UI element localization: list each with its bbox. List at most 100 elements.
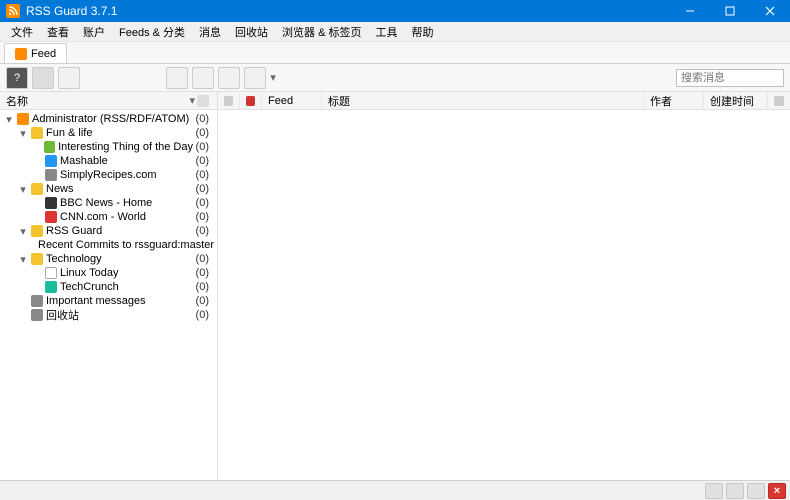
tab-feed[interactable]: Feed: [4, 43, 67, 63]
menu-view[interactable]: 查看: [40, 22, 76, 42]
expander-icon[interactable]: ▾: [18, 253, 28, 266]
minimize-button[interactable]: [670, 0, 710, 22]
column-icon-3[interactable]: [774, 96, 784, 106]
tree-label: Important messages: [46, 295, 146, 307]
column-author[interactable]: 作者: [644, 92, 704, 109]
tree-row[interactable]: SimplyRecipes.com (0): [0, 168, 217, 182]
close-button[interactable]: [750, 0, 790, 22]
titlebar: RSS Guard 3.7.1: [0, 0, 790, 22]
tree-count: (0): [193, 197, 209, 209]
chevron-down-icon[interactable]: ▾: [189, 94, 195, 107]
expander-icon[interactable]: ▾: [18, 225, 28, 238]
message-list-body[interactable]: [218, 110, 790, 480]
status-button-close[interactable]: ×: [768, 483, 786, 499]
tree-row[interactable]: TechCrunch (0): [0, 280, 217, 294]
tree-row[interactable]: BBC News - Home (0): [0, 196, 217, 210]
maximize-button[interactable]: [710, 0, 750, 22]
menu-browser[interactable]: 浏览器 & 标签页: [275, 22, 368, 42]
message-list-header: Feed 标题 作者 创建时间: [218, 92, 790, 110]
tree-row[interactable]: CNN.com - World(0): [0, 210, 217, 224]
tree-count: (0): [193, 309, 209, 321]
tabbar: Feed: [0, 42, 790, 64]
tree-row[interactable]: Mashable(0): [0, 154, 217, 168]
feed-icon: [31, 127, 43, 139]
feed-icon: [45, 211, 57, 223]
menu-messages[interactable]: 消息: [192, 22, 228, 42]
feed-icon: [17, 113, 29, 125]
tree-label: Administrator (RSS/RDF/ATOM): [32, 113, 189, 125]
menu-recycle[interactable]: 回收站: [228, 22, 275, 42]
tree-count: (0): [193, 141, 209, 153]
feed-icon: [31, 295, 43, 307]
status-button-2[interactable]: [726, 483, 744, 499]
tab-label: Feed: [31, 48, 56, 60]
tree-row[interactable]: ▾RSS Guard(0): [0, 224, 217, 238]
column-feed[interactable]: Feed: [262, 92, 322, 109]
app-icon: [6, 4, 20, 18]
tree-label: News: [46, 183, 74, 195]
expander-icon[interactable]: ▾: [18, 183, 28, 196]
tree-count: (0): [193, 281, 209, 293]
toolbar-button-5[interactable]: [192, 67, 214, 89]
menu-help[interactable]: 帮助: [404, 22, 440, 42]
tree-count: (0): [193, 225, 209, 237]
tree-count: (0): [193, 253, 209, 265]
tree-label: BBC News - Home: [60, 197, 152, 209]
tree-row[interactable]: ▾News(0): [0, 182, 217, 196]
tree-count: (0): [193, 113, 209, 125]
menu-accounts[interactable]: 账户: [76, 22, 112, 42]
column-title[interactable]: 标题: [322, 92, 644, 109]
tree-row[interactable]: Recent Commits to rssguard:master(0): [0, 238, 217, 252]
tree-label: Recent Commits to rssguard:master: [38, 239, 214, 251]
menu-tools[interactable]: 工具: [368, 22, 404, 42]
tree-label: Linux Today: [60, 267, 119, 279]
tree-row[interactable]: ▾ Administrator (RSS/RDF/ATOM) (0): [0, 112, 217, 126]
tree-count: (0): [193, 267, 209, 279]
tree-count: (0): [193, 295, 209, 307]
tree-row[interactable]: Interesting Thing of the Day(0): [0, 140, 217, 154]
toolbar-button-7[interactable]: [244, 67, 266, 89]
menu-file[interactable]: 文件: [4, 22, 40, 42]
column-icon-1[interactable]: [224, 96, 233, 106]
tree-header-count-icon[interactable]: [197, 95, 209, 107]
toolbar-button-6[interactable]: [218, 67, 240, 89]
tree-count: (0): [193, 169, 209, 181]
search-input[interactable]: [676, 69, 784, 87]
toolbar-button-3[interactable]: [58, 67, 80, 89]
feed-icon: [31, 309, 43, 321]
tree-row[interactable]: 回收站 (0): [0, 308, 217, 322]
status-button-1[interactable]: [705, 483, 723, 499]
feed-icon: [45, 169, 57, 181]
tree-count: (0): [193, 127, 209, 139]
tree-row[interactable]: Linux Today (0): [0, 266, 217, 280]
tree-row[interactable]: Important messages (0): [0, 294, 217, 308]
column-created[interactable]: 创建时间: [704, 92, 768, 109]
feed-tree[interactable]: ▾Administrator (RSS/RDF/ATOM)(0)▾Fun & l…: [0, 110, 217, 480]
tree-label: 回收站: [46, 307, 79, 323]
feed-tree-pane: 名称 ▾ ▾Administrator (RSS/RDF/ATOM)(0)▾Fu…: [0, 92, 218, 480]
tree-row[interactable]: ▾Technology(0): [0, 252, 217, 266]
toolbar-button-1[interactable]: ?: [6, 67, 28, 89]
column-icon-2[interactable]: [246, 96, 255, 106]
feed-icon: [15, 48, 27, 60]
status-button-3[interactable]: [747, 483, 765, 499]
toolbar-button-2[interactable]: [32, 67, 54, 89]
tree-label: SimplyRecipes.com: [60, 169, 157, 181]
tree-header-name[interactable]: 名称: [6, 93, 189, 109]
expander-icon[interactable]: ▾: [4, 113, 14, 126]
tree-label: TechCrunch: [60, 281, 119, 293]
tree-row[interactable]: ▾Fun & life(0): [0, 126, 217, 140]
expander-icon[interactable]: ▾: [18, 127, 28, 140]
feed-icon: [31, 225, 43, 237]
feed-icon: [44, 141, 55, 153]
message-list-pane: Feed 标题 作者 创建时间: [218, 92, 790, 480]
menubar: 文件 查看 账户 Feeds & 分类 消息 回收站 浏览器 & 标签页 工具 …: [0, 22, 790, 42]
statusbar: ×: [0, 480, 790, 500]
toolbar-button-4[interactable]: [166, 67, 188, 89]
toolbar-dropdown-arrow[interactable]: ▾: [270, 71, 276, 84]
feed-icon: [45, 281, 57, 293]
tree-count: (0): [214, 239, 217, 251]
tree-label: Interesting Thing of the Day: [58, 141, 193, 153]
tree-label: CNN.com - World: [60, 211, 146, 223]
menu-feeds[interactable]: Feeds & 分类: [112, 22, 192, 42]
